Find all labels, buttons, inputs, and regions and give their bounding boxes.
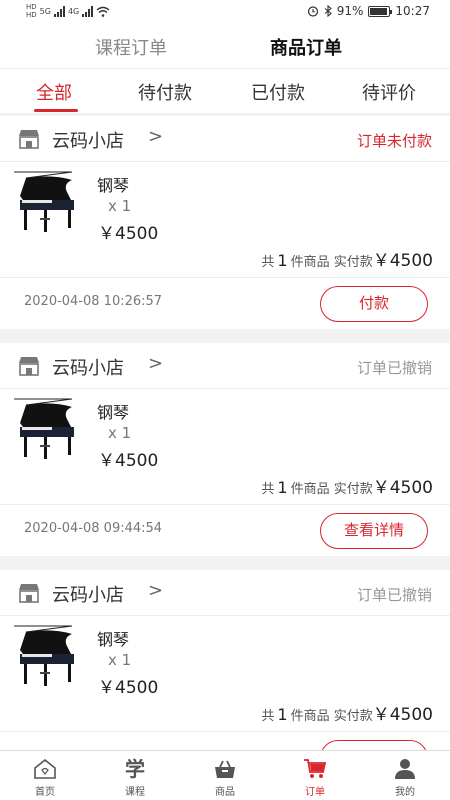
- item-name: 钢琴: [97, 176, 130, 195]
- network-label: 4G: [67, 6, 80, 16]
- tab-pending-payment[interactable]: 待付款: [138, 79, 192, 105]
- item-price: ￥4500: [98, 678, 159, 698]
- order-card: 云码小店 > 订单已撤销 钢琴 x 1 ￥4500 共 1 件商品 实付款￥4500…: [0, 343, 450, 556]
- bottom-nav: 首页 学 课程 商品 订单 我的: [0, 750, 450, 800]
- shop-row[interactable]: 云码小店 > 订单已撤销: [0, 343, 450, 389]
- nav-item-goods[interactable]: 商品: [180, 751, 270, 800]
- nav-item-orders[interactable]: 订单: [270, 751, 360, 800]
- shop-row[interactable]: 云码小店 > 订单已撤销: [0, 570, 450, 616]
- order-status: 订单已撤销: [356, 586, 432, 604]
- cart-icon: [302, 757, 328, 781]
- tab-paid[interactable]: 已付款: [251, 79, 305, 105]
- chevron-right-icon: >: [148, 126, 164, 147]
- shop-icon: [19, 584, 39, 603]
- order-time: 2020-04-08 09:44:54: [24, 521, 163, 536]
- item-count: 1: [277, 705, 288, 724]
- status-bar: HD HD 5G 4G 91% 10:27: [0, 0, 450, 24]
- nav-label: 订单: [305, 787, 325, 798]
- order-card: 云码小店 > 订单未付款 钢琴 x 1 ￥4500 共 1 件商品 实付款￥4500…: [0, 116, 450, 329]
- tab-goods-orders[interactable]: 商品订单: [270, 34, 342, 60]
- order-footer: 2020-04-08 10:26:57 付款: [0, 277, 450, 329]
- study-icon: 学: [125, 757, 145, 781]
- nav-item-me[interactable]: 我的: [360, 751, 450, 800]
- order-status: 订单已撤销: [356, 359, 432, 377]
- alarm-icon: [307, 6, 318, 17]
- order-footer: 2020-04-08 09:44:54 查看详情: [0, 504, 450, 556]
- order-type-tabs: 课程订单 商品订单: [0, 24, 450, 68]
- tab-course-orders[interactable]: 课程订单: [95, 34, 167, 60]
- shop-name: 云码小店: [52, 358, 124, 379]
- nav-item-home[interactable]: 首页: [0, 751, 90, 800]
- tab-pending-review[interactable]: 待评价: [362, 79, 416, 105]
- hd-label: HD: [26, 11, 37, 19]
- item-quantity: x 1: [108, 197, 132, 215]
- shop-icon: [19, 130, 39, 149]
- battery-percent: 91%: [336, 4, 364, 18]
- shop-row[interactable]: 云码小店 > 订单未付款: [0, 116, 450, 162]
- status-left: HD HD 5G 4G: [26, 3, 110, 19]
- home-icon: [32, 757, 58, 781]
- nav-label: 我的: [395, 787, 415, 798]
- view-details-button[interactable]: 查看详情: [320, 513, 428, 549]
- piano-image: [14, 171, 74, 232]
- item-name: 钢琴: [97, 630, 130, 649]
- shop-name: 云码小店: [52, 585, 124, 606]
- item-price: ￥4500: [98, 224, 159, 244]
- order-status-tabs: 全部 待付款 已付款 待评价: [0, 68, 450, 114]
- order-summary: 共 1 件商品 实付款￥4500: [261, 478, 433, 498]
- item-quantity: x 1: [108, 424, 132, 442]
- nav-label: 首页: [35, 787, 55, 798]
- hd-label: HD: [26, 3, 37, 11]
- paid-amount: ￥4500: [372, 705, 433, 725]
- signal-icon: [53, 5, 65, 17]
- piano-image: [14, 625, 74, 686]
- chevron-right-icon: >: [148, 353, 164, 374]
- shop-icon: [19, 357, 39, 376]
- battery-icon: [368, 5, 393, 17]
- item-count: 1: [277, 251, 288, 270]
- item-price: ￥4500: [98, 451, 159, 471]
- wifi-icon: [96, 6, 110, 17]
- nav-label: 商品: [215, 787, 235, 798]
- basket-icon: [212, 757, 238, 781]
- network-label: 5G: [39, 6, 51, 16]
- tab-all[interactable]: 全部: [36, 79, 72, 105]
- signal-icon: [82, 5, 94, 17]
- piano-image: [14, 398, 74, 459]
- order-summary: 共 1 件商品 实付款￥4500: [261, 251, 433, 271]
- active-tab-indicator: [34, 109, 78, 112]
- item-name: 钢琴: [97, 403, 130, 422]
- pay-button[interactable]: 付款: [320, 286, 428, 322]
- user-icon: [392, 757, 418, 781]
- bluetooth-icon: [324, 5, 332, 17]
- status-right: 91% 10:27: [307, 4, 430, 18]
- shop-name: 云码小店: [52, 131, 124, 152]
- chevron-right-icon: >: [148, 580, 164, 601]
- item-quantity: x 1: [108, 651, 132, 669]
- order-status: 订单未付款: [356, 132, 432, 150]
- order-time: 2020-04-08 10:26:57: [24, 294, 163, 309]
- nav-label: 课程: [125, 787, 145, 798]
- nav-item-courses[interactable]: 学 课程: [90, 751, 180, 800]
- paid-amount: ￥4500: [372, 478, 433, 498]
- clock: 10:27: [395, 4, 430, 18]
- item-count: 1: [277, 478, 288, 497]
- paid-amount: ￥4500: [372, 251, 433, 271]
- order-summary: 共 1 件商品 实付款￥4500: [261, 705, 433, 725]
